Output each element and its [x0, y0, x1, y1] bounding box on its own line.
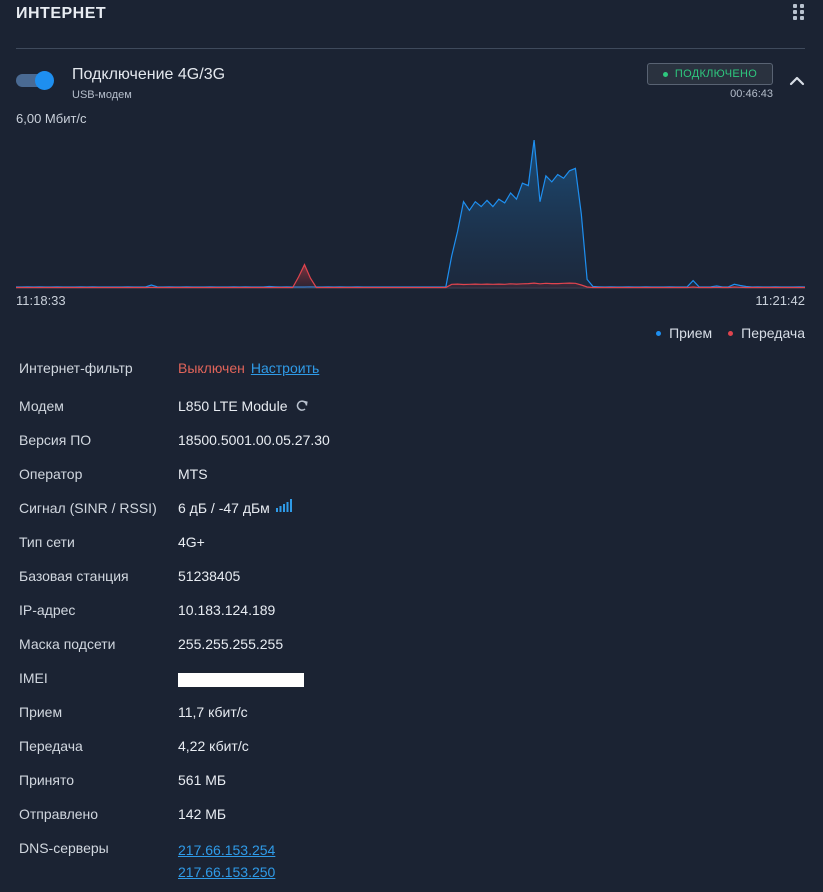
- base-station-label: Базовая станция: [19, 568, 129, 584]
- dns-label: DNS-серверы: [19, 840, 109, 856]
- legend-rx-label: Прием: [669, 325, 713, 341]
- chart-line-tx: [16, 263, 805, 289]
- received-value: 561 МБ: [178, 772, 227, 788]
- filter-value-group: Выключен Настроить: [178, 360, 319, 376]
- info-row-mask: Маска подсети 255.255.255.255: [19, 636, 805, 658]
- ip-label: IP-адрес: [19, 602, 76, 618]
- connection-name: Подключение 4G/3G: [72, 66, 226, 83]
- imei-redacted-block: [178, 673, 304, 687]
- modem-label: Модем: [19, 398, 64, 414]
- refresh-icon[interactable]: [295, 399, 309, 413]
- signal-value-group: 6 дБ / -47 дБм: [178, 498, 292, 516]
- dns-list: 217.66.153.254 217.66.153.250: [178, 839, 275, 883]
- widget-title: ИНТЕРНЕТ: [16, 5, 107, 22]
- firmware-value: 18500.5001.00.05.27.30: [178, 432, 330, 448]
- signal-label: Сигнал (SINR / RSSI): [19, 500, 157, 516]
- operator-value: MTS: [178, 466, 208, 482]
- chevron-up-icon[interactable]: [787, 72, 807, 90]
- drag-handle-icon[interactable]: [793, 4, 805, 20]
- modem-value-group: L850 LTE Module: [178, 398, 309, 414]
- ip-value: 10.183.124.189: [178, 602, 276, 618]
- filter-configure-link[interactable]: Настроить: [251, 360, 319, 376]
- legend-rx-dot-icon: [656, 330, 662, 336]
- info-row-sent: Отправлено 142 МБ: [19, 806, 805, 828]
- info-row-received: Принято 561 МБ: [19, 772, 805, 794]
- status-dot-icon: [662, 71, 668, 77]
- dns-server-link[interactable]: 217.66.153.254: [178, 839, 275, 861]
- base-station-value: 51238405: [178, 568, 241, 584]
- operator-label: Оператор: [19, 466, 83, 482]
- filter-status: Выключен: [178, 360, 245, 376]
- tx-rate-value: 4,22 кбит/с: [178, 738, 249, 754]
- legend-item-tx[interactable]: Передача: [728, 325, 805, 341]
- info-row-imei: IMEI: [19, 670, 805, 692]
- info-row-network-type: Тип сети 4G+: [19, 534, 805, 556]
- info-row-rx-rate: Прием 11,7 кбит/с: [19, 704, 805, 726]
- info-row-signal: Сигнал (SINR / RSSI) 6 дБ / -47 дБм: [19, 498, 805, 522]
- legend-tx-dot-icon: [728, 330, 734, 336]
- received-label: Принято: [19, 772, 75, 788]
- status-text: ПОДКЛЮЧЕНО: [674, 68, 758, 80]
- connection-toggle[interactable]: [16, 71, 54, 90]
- rx-rate-value: 11,7 кбит/с: [178, 704, 248, 720]
- imei-label: IMEI: [19, 670, 48, 686]
- tx-rate-label: Передача: [19, 738, 83, 754]
- chart-x-start-label: 11:18:33: [16, 293, 66, 308]
- info-row-operator: Оператор MTS: [19, 466, 805, 488]
- info-row-tx-rate: Передача 4,22 кбит/с: [19, 738, 805, 760]
- info-row-ip: IP-адрес 10.183.124.189: [19, 602, 805, 624]
- internet-widget: ИНТЕРНЕТ Подключение 4G/3G USB-модем ПОД…: [0, 0, 823, 892]
- network-type-value: 4G+: [178, 534, 205, 550]
- sent-value: 142 МБ: [178, 806, 227, 822]
- sent-label: Отправлено: [19, 806, 99, 822]
- modem-value: L850 LTE Module: [178, 398, 288, 414]
- signal-bars-icon: [275, 498, 292, 512]
- network-type-label: Тип сети: [19, 534, 75, 550]
- divider: [16, 48, 805, 49]
- chart-line-rx: [16, 140, 805, 288]
- chart-area-rx: [16, 140, 805, 288]
- traffic-chart: [16, 140, 805, 289]
- firmware-label: Версия ПО: [19, 432, 92, 448]
- rx-rate-label: Прием: [19, 704, 63, 720]
- legend-item-rx[interactable]: Прием: [656, 325, 712, 341]
- connection-type: USB-модем: [72, 89, 132, 101]
- chart-legend: Прием Передача: [560, 325, 805, 341]
- mask-label: Маска подсети: [19, 636, 116, 652]
- info-row-dns: DNS-серверы 217.66.153.254 217.66.153.25…: [19, 840, 805, 884]
- uptime: 00:46:43: [730, 88, 773, 100]
- status-badge: ПОДКЛЮЧЕНО: [647, 63, 773, 85]
- chart-area-tx: [16, 264, 805, 288]
- imei-value: [178, 673, 304, 687]
- chart-x-end-label: 11:21:42: [755, 293, 805, 308]
- chart-ymax-label: 6,00 Мбит/с: [16, 111, 87, 126]
- info-row-filter: Интернет-фильтр Выключен Настроить: [19, 360, 805, 382]
- info-row-base-station: Базовая станция 51238405: [19, 568, 805, 590]
- filter-label: Интернет-фильтр: [19, 360, 133, 376]
- legend-tx-label: Передача: [741, 325, 805, 341]
- dns-server-link[interactable]: 217.66.153.250: [178, 861, 275, 883]
- info-row-firmware: Версия ПО 18500.5001.00.05.27.30: [19, 432, 805, 454]
- signal-value: 6 дБ / -47 дБм: [178, 500, 270, 516]
- info-row-modem: Модем L850 LTE Module: [19, 398, 805, 420]
- mask-value: 255.255.255.255: [178, 636, 284, 652]
